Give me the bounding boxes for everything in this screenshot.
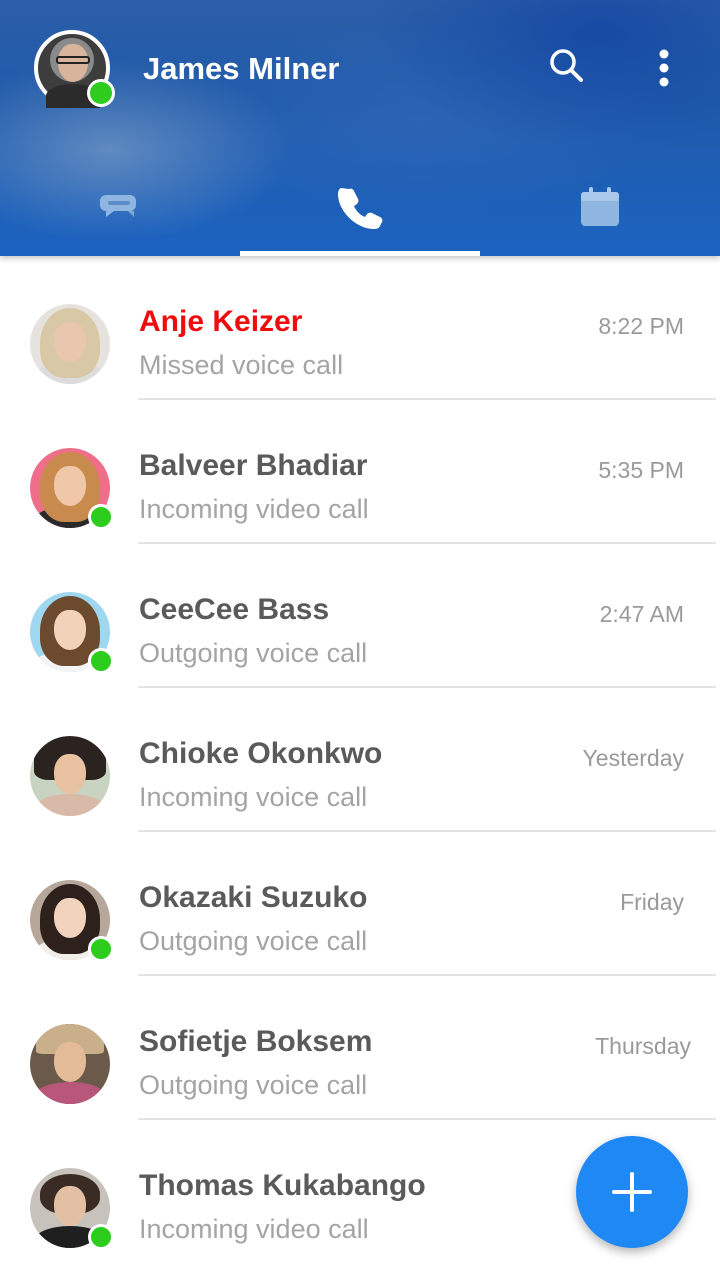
avatar bbox=[30, 304, 110, 384]
tab-chats[interactable] bbox=[0, 160, 240, 256]
call-detail: Incoming voice call bbox=[139, 782, 368, 812]
call-time: Yesterday bbox=[582, 745, 684, 771]
avatar bbox=[30, 1024, 110, 1104]
contact-name: Thomas Kukabango bbox=[139, 1169, 426, 1202]
app-root: James Milner Anje Keizer Missed voice ca… bbox=[0, 0, 720, 1280]
online-status-dot bbox=[87, 79, 115, 107]
call-list: Anje Keizer Missed voice call 8:22 PM Ba… bbox=[0, 256, 720, 1264]
search-icon bbox=[550, 49, 583, 82]
avatar bbox=[30, 736, 110, 816]
list-item[interactable]: Anje Keizer Missed voice call 8:22 PM bbox=[0, 256, 720, 400]
online-status-dot bbox=[88, 1224, 114, 1250]
contact-name: Chioke Okonkwo bbox=[139, 737, 383, 770]
list-item[interactable]: Chioke Okonkwo Incoming voice call Yeste… bbox=[0, 688, 720, 832]
app-header: James Milner bbox=[0, 0, 720, 256]
calendar-icon bbox=[581, 187, 619, 226]
call-detail: Incoming video call bbox=[139, 1214, 369, 1244]
online-status-dot bbox=[88, 648, 114, 674]
tab-bar bbox=[0, 160, 720, 256]
call-detail: Outgoing voice call bbox=[139, 638, 368, 668]
call-time: 2:47 AM bbox=[599, 601, 684, 627]
new-call-button[interactable] bbox=[576, 1136, 688, 1248]
contact-name: Okazaki Suzuko bbox=[139, 881, 368, 914]
search-button[interactable] bbox=[546, 46, 586, 86]
tab-calls[interactable] bbox=[240, 160, 480, 256]
call-time: 5:35 PM bbox=[598, 457, 684, 483]
contact-name: Sofietje Boksem bbox=[139, 1025, 373, 1058]
phone-icon bbox=[338, 188, 383, 229]
more-options-button[interactable] bbox=[648, 46, 680, 90]
call-detail: Outgoing voice call bbox=[139, 1070, 368, 1100]
list-item[interactable]: Sofietje Boksem Outgoing voice call Thur… bbox=[0, 976, 720, 1120]
plus-icon bbox=[612, 1172, 652, 1212]
list-item[interactable]: CeeCee Bass Outgoing voice call 2:47 AM bbox=[0, 544, 720, 688]
list-item[interactable]: Okazaki Suzuko Outgoing voice call Frida… bbox=[0, 832, 720, 976]
list-item[interactable]: Balveer Bhadiar Incoming video call 5:35… bbox=[0, 400, 720, 544]
call-time: Friday bbox=[620, 889, 684, 915]
more-vert-icon bbox=[659, 49, 669, 87]
contact-name: Anje Keizer bbox=[139, 305, 303, 338]
tab-calendar[interactable] bbox=[480, 160, 720, 256]
chat-bubbles-icon bbox=[100, 195, 136, 217]
contact-name: CeeCee Bass bbox=[139, 593, 330, 626]
online-status-dot bbox=[88, 936, 114, 962]
profile-name: James Milner bbox=[143, 51, 340, 86]
call-time: Thursday bbox=[595, 1033, 691, 1059]
call-detail: Incoming video call bbox=[139, 494, 369, 524]
online-status-dot bbox=[88, 504, 114, 530]
call-detail: Outgoing voice call bbox=[139, 926, 368, 956]
contact-name: Balveer Bhadiar bbox=[139, 449, 368, 482]
call-detail: Missed voice call bbox=[139, 350, 344, 380]
call-time: 8:22 PM bbox=[598, 313, 684, 339]
